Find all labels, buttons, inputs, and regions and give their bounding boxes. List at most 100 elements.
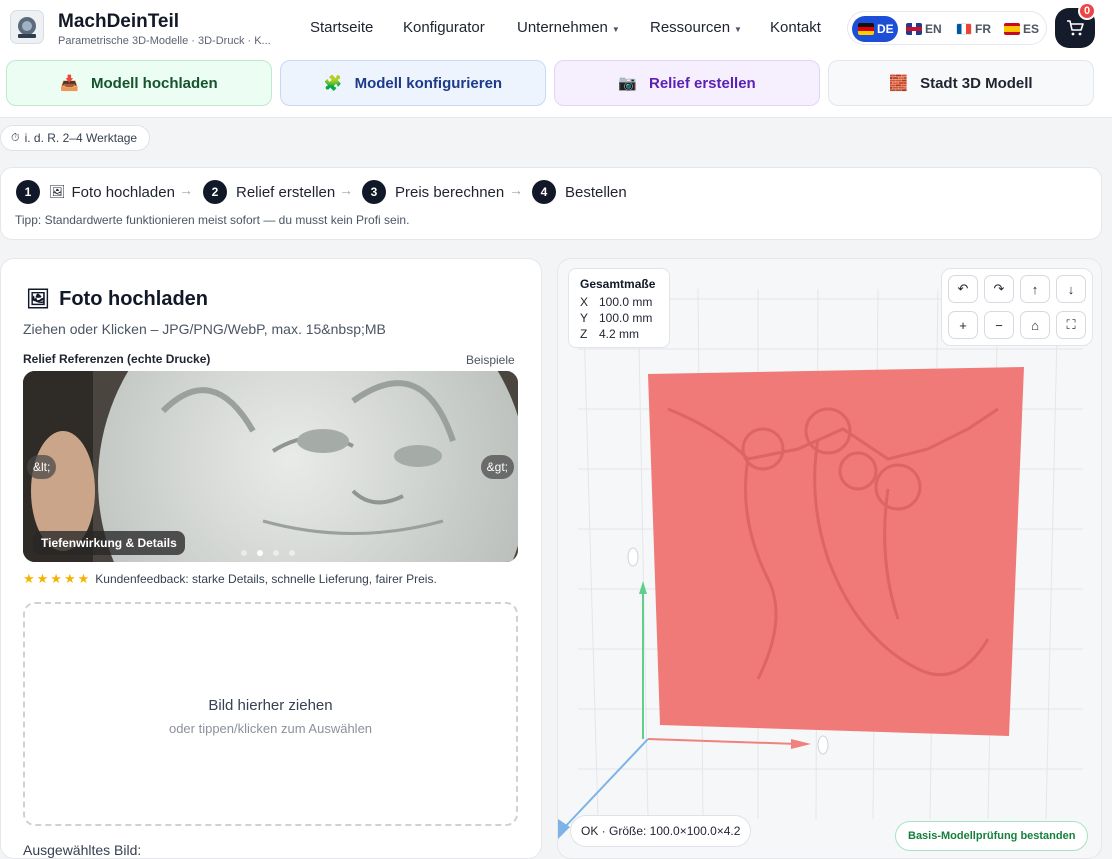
axis-value: 100.0 mm: [599, 295, 653, 309]
step-number: 1: [16, 180, 40, 204]
3d-scene: [558, 288, 1083, 839]
fr-flag-icon: [956, 23, 972, 35]
configure-model-card[interactable]: 🧩 Modell konfigurieren: [280, 60, 546, 106]
image-dropzone[interactable]: Bild hierher ziehen oder tippen/klicken …: [23, 602, 518, 826]
carousel-prev-button[interactable]: &lt;: [27, 455, 57, 479]
3d-viewer[interactable]: Gesamtmaße X 100.0 mm Y 100.0 mm Z 4.2 mm ↶…: [557, 258, 1102, 859]
fullscreen-button[interactable]: ⛶: [1056, 311, 1086, 339]
caret-down-icon: ▼: [734, 25, 742, 34]
rotate-left-button[interactable]: ↶: [948, 275, 978, 303]
examples-link[interactable]: Beispiele: [466, 353, 515, 367]
minus-icon: −: [995, 317, 1003, 333]
axis-value: 100.0 mm: [599, 311, 653, 325]
nav-startseite[interactable]: Startseite: [310, 19, 373, 36]
step-label: Foto hochladen: [71, 183, 175, 201]
dimension-y: Y 100.0 mm: [580, 310, 658, 326]
action-label: Modell konfigurieren: [354, 74, 503, 92]
carousel-dots: [241, 550, 305, 556]
de-flag-icon: [858, 23, 874, 35]
references-label: Relief Referenzen (echte Drucke): [23, 352, 211, 366]
action-label: Modell hochladen: [91, 74, 218, 92]
lang-fr[interactable]: FR: [956, 16, 991, 42]
upload-title: 🖼 Foto hochladen: [26, 287, 208, 311]
dimensions-title: Gesamtmaße: [580, 277, 656, 291]
brand-logo[interactable]: [10, 10, 44, 44]
customer-feedback: ★★★★★ Kundenfeedback: starke Details, sch…: [23, 571, 437, 587]
arrow-right-icon: →: [509, 182, 523, 198]
nav-konfigurator[interactable]: Konfigurator: [403, 19, 485, 36]
action-label: Stadt 3D Modell: [920, 74, 1033, 92]
lang-de[interactable]: DE: [852, 16, 898, 42]
cart-count-badge: 0: [1078, 2, 1096, 20]
dropzone-title: Bild hierher ziehen: [208, 697, 333, 714]
tilt-up-button[interactable]: ↑: [1020, 275, 1050, 303]
plus-icon: +: [959, 317, 967, 333]
star-rating-icon: ★★★★★: [23, 571, 92, 586]
action-label: Relief erstellen: [648, 74, 756, 92]
eta-text: i. d. R. 2–4 Werktage: [24, 131, 138, 145]
lang-code: ES: [1023, 22, 1040, 36]
axis-label: X: [580, 295, 589, 309]
bricks-icon: 🧱: [889, 75, 909, 92]
carousel-dot[interactable]: [273, 550, 279, 556]
axis-label: Y: [580, 311, 589, 325]
carousel-dot[interactable]: [289, 550, 295, 556]
picture-icon: 🖼: [49, 184, 66, 199]
step-2: 2 Relief erstellen: [203, 180, 335, 204]
language-switcher: DE EN FR ES: [847, 11, 1047, 45]
arrow-up-icon: ↑: [1031, 281, 1039, 297]
rotate-left-icon: ↶: [957, 281, 969, 296]
carousel-dot[interactable]: [241, 550, 247, 556]
step-label: Preis berechnen: [395, 183, 505, 201]
upload-model-card[interactable]: 📥 Modell hochladen: [6, 60, 272, 106]
step-number: 3: [362, 180, 386, 204]
feedback-text: Kundenfeedback: starke Details, schnelle…: [95, 572, 437, 586]
brand-subtitle: Parametrische 3D-Modelle · 3D-Druck · K.…: [58, 35, 271, 47]
dimension-x: X 100.0 mm: [580, 294, 658, 310]
progress-steps: 1 🖼 Foto hochladen → 2 Relief erstellen → 3…: [0, 167, 1102, 240]
brand-title[interactable]: MachDeinTeil: [58, 11, 179, 33]
model-check-badge: Basis-Modellprüfung bestanden: [895, 821, 1089, 851]
nav-label: Konfigurator: [403, 19, 485, 36]
reset-view-button[interactable]: ⌂: [1020, 311, 1050, 339]
zoom-in-button[interactable]: +: [948, 311, 978, 339]
cart-icon: [1067, 20, 1084, 36]
stopwatch-icon: ⏱: [11, 131, 20, 144]
zoom-out-button[interactable]: −: [984, 311, 1014, 339]
step-label: Relief erstellen: [236, 183, 336, 201]
fullscreen-icon: ⛶: [1066, 317, 1076, 332]
nav-kontakt[interactable]: Kontakt: [770, 19, 821, 36]
caret-down-icon: ▼: [611, 25, 620, 34]
lang-code: FR: [975, 22, 991, 36]
arrow-right-icon: →: [339, 182, 353, 198]
upload-subtitle: Ziehen oder Klicken – JPG/PNG/WebP, max.…: [23, 321, 386, 337]
axis-label: Z: [580, 327, 588, 341]
nav-label: Unternehmen: [517, 19, 608, 36]
nav-label: Kontakt: [770, 19, 821, 36]
lang-es[interactable]: ES: [1004, 16, 1039, 42]
step-label: Bestellen: [565, 183, 627, 201]
dropzone-subtitle: oder tippen/klicken zum Auswählen: [168, 721, 373, 736]
view-controls: ↶ ↷ ↑ ↓ + − ⌂ ⛶: [941, 268, 1093, 346]
logo-icon: [18, 17, 36, 38]
site-header: MachDeinTeil Parametrische 3D-Modelle · …: [0, 0, 1112, 118]
nav-label: Startseite: [310, 19, 374, 36]
rotate-right-button[interactable]: ↷: [984, 275, 1014, 303]
rotate-right-icon: ↷: [993, 281, 1005, 296]
arrow-right-icon: →: [179, 182, 193, 198]
carousel-next-button[interactable]: &gt;: [480, 455, 514, 479]
nav-ressourcen[interactable]: Ressourcen ▼: [650, 19, 742, 36]
upload-box-icon: 📥: [60, 75, 79, 92]
lang-en[interactable]: EN: [906, 16, 942, 42]
upload-panel: 🖼 Foto hochladen Ziehen oder Klicken – JP…: [0, 258, 542, 859]
nav-unternehmen[interactable]: Unternehmen ▼: [517, 19, 620, 36]
tip-text: Tipp: Standardwerte funktionieren meist …: [15, 213, 410, 227]
delivery-time-badge: ⏱ i. d. R. 2–4 Werktage: [0, 125, 151, 151]
city-3d-model-card[interactable]: 🧱 Stadt 3D Modell: [828, 60, 1094, 106]
create-relief-card[interactable]: 📷 Relief erstellen: [554, 60, 820, 106]
tilt-down-button[interactable]: ↓: [1056, 275, 1086, 303]
reference-carousel[interactable]: &lt; &gt; Tiefenwirkung & Details: [23, 371, 518, 562]
upload-title-text: Foto hochladen: [59, 287, 209, 310]
step-number: 4: [532, 180, 556, 204]
carousel-dot-active[interactable]: [257, 550, 263, 556]
